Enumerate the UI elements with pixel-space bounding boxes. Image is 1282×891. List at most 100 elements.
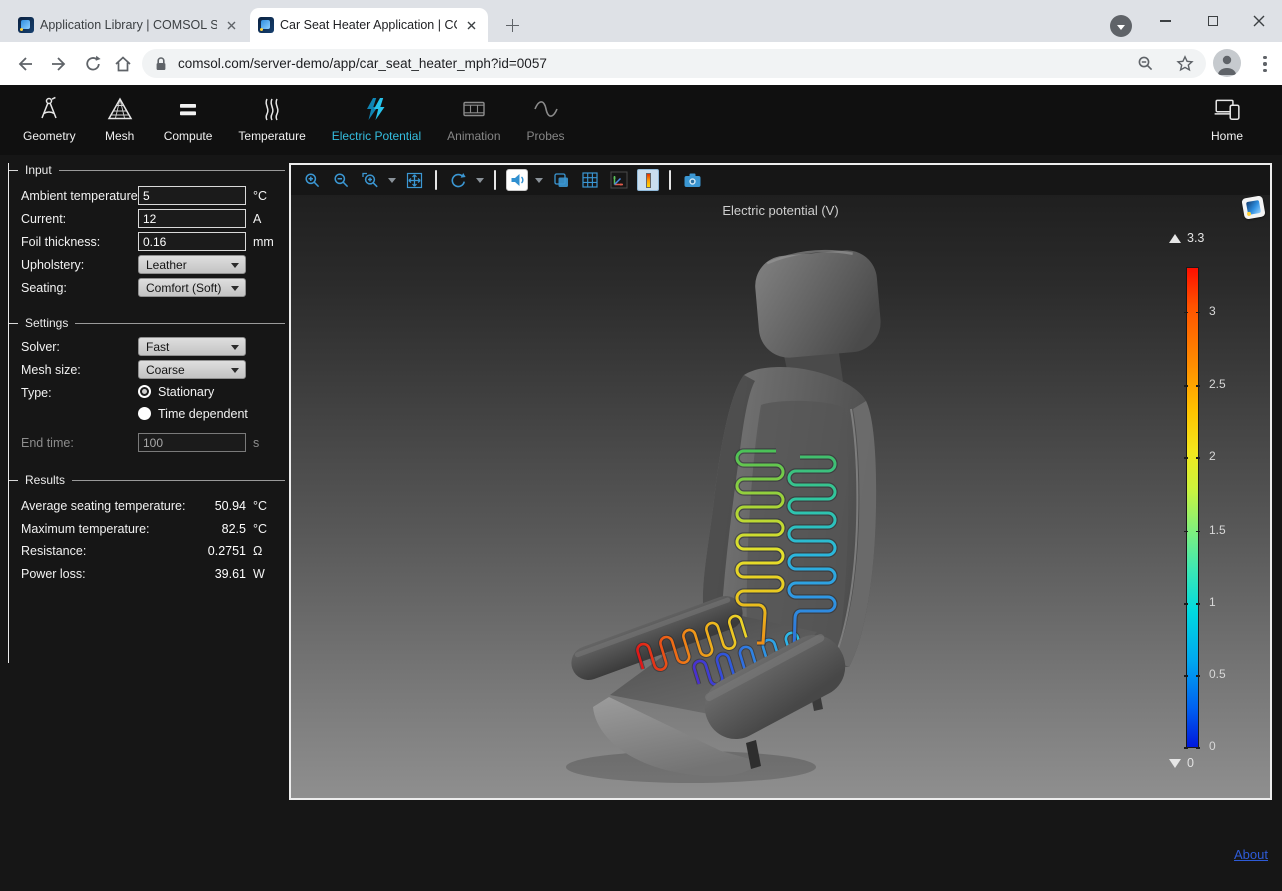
radio-time-dependent[interactable] [138,407,151,420]
lock-icon [154,56,168,72]
solver-select[interactable]: Fast [138,337,246,356]
about-link[interactable]: About [1234,847,1268,862]
ribbon-button-temperature[interactable]: Temperature [225,93,318,143]
grid-icon [581,171,599,189]
new-tab-button[interactable] [500,13,524,37]
zoom-extents-button[interactable] [403,169,425,191]
home-button[interactable] [110,51,136,77]
result-average-seating-temperature: Average seating temperature: 50.94 °C [9,495,288,518]
sine-wave-icon [533,93,559,125]
minimize-icon [1160,20,1171,22]
grid-button[interactable] [579,169,601,191]
ambient-temperature-input[interactable] [138,186,246,205]
result-resistance: Resistance: 0.2751 Ω [9,540,288,563]
axes-triad-icon [610,171,628,189]
bookmark-star-icon[interactable] [1176,55,1194,73]
browser-menu-button[interactable] [1252,51,1278,77]
person-icon [1213,49,1241,77]
seating-select[interactable]: Comfort (Soft) [138,278,246,297]
default-view-button[interactable] [506,169,528,191]
reload-icon [83,54,103,74]
ribbon-button-home[interactable]: Home [1196,93,1258,143]
snapshot-button[interactable] [681,169,703,191]
unit-label: °C [253,189,267,203]
field-mesh-size: Mesh size: Coarse [9,359,288,382]
ribbon-button-mesh[interactable]: Mesh [89,93,151,143]
reload-button[interactable] [80,51,106,77]
comsol-favicon [18,17,34,33]
ribbon-button-animation: Animation [434,93,513,143]
tab-car-seat-heater[interactable]: Car Seat Heater Application | CO [250,8,488,42]
comsol-favicon [258,17,274,33]
chevron-down-icon [1117,25,1125,30]
plus-icon [506,19,519,32]
result-value: 39.61 [149,567,246,581]
speaker-view-icon [508,171,526,189]
field-solver: Solver: Fast [9,336,288,359]
window-close-button[interactable] [1236,0,1282,42]
end-time-input [138,433,246,452]
section-header-results: Results [9,473,288,487]
field-end-time: End time: s [9,432,288,455]
mesh-size-select[interactable]: Coarse [138,360,246,379]
zoom-out-page-icon[interactable] [1137,55,1154,72]
browser-toolbar: comsol.com/server-demo/app/car_seat_heat… [0,42,1282,85]
back-button[interactable] [12,51,38,77]
tab-close-icon[interactable] [223,17,240,34]
ribbon-label: Geometry [23,129,76,143]
upholstery-select[interactable]: Leather [138,255,246,274]
zoom-in-icon [304,172,321,189]
foil-thickness-input[interactable] [138,232,246,251]
unit-label: °C [253,499,267,513]
forward-button[interactable] [46,51,72,77]
current-input[interactable] [138,209,246,228]
ribbon-button-electric-potential[interactable]: Electric Potential [319,93,434,143]
address-bar[interactable]: comsol.com/server-demo/app/car_seat_heat… [142,49,1206,78]
section-header-settings: Settings [9,316,288,330]
tab-title: Car Seat Heater Application | CO [280,18,457,32]
tab-application-library[interactable]: Application Library | COMSOL Se [10,8,248,42]
reset-view-button[interactable] [447,169,469,191]
browser-tab-strip: Application Library | COMSOL Se Car Seat… [0,0,1282,42]
unit-label: s [253,436,259,450]
colorbar: 3 2.5 2 1.5 1 0.5 0 [1186,267,1199,748]
unit-label: W [253,567,265,581]
reset-view-dropdown-caret[interactable] [476,178,484,183]
window-minimize-button[interactable] [1142,0,1188,42]
zoom-box-button[interactable] [359,169,381,191]
result-value: 50.94 [149,499,246,513]
transparency-button[interactable] [550,169,572,191]
browser-update-chevron-icon[interactable] [1110,15,1132,37]
window-maximize-button[interactable] [1190,0,1236,42]
radio-stationary[interactable] [138,385,151,398]
graphics-toolbar [291,165,1270,195]
seat-3d-render [291,195,1270,798]
color-legend-icon [646,173,651,188]
result-value: 0.2751 [149,544,246,558]
color-legend-button[interactable] [637,169,659,191]
zoom-extents-icon [406,172,423,189]
result-value: 82.5 [149,522,246,536]
forward-arrow-icon [49,54,69,74]
graphics-panel: Electric potential (V) [289,163,1272,800]
axes-orientation-button[interactable] [608,169,630,191]
mesh-triangle-icon [107,93,133,125]
max-triangle-icon [1169,234,1181,243]
url-text: comsol.com/server-demo/app/car_seat_heat… [178,56,1137,71]
heat-waves-icon [259,93,285,125]
toolbar-separator [494,170,496,190]
ribbon-button-compute[interactable]: Compute [151,93,226,143]
zoom-box-dropdown-caret[interactable] [388,178,396,183]
kebab-dot [1263,56,1266,59]
ribbon-button-geometry[interactable]: Geometry [10,93,89,143]
camera-icon [683,172,702,189]
plot-canvas[interactable]: Electric potential (V) [291,195,1270,798]
zoom-out-button[interactable] [330,169,352,191]
zoom-in-button[interactable] [301,169,323,191]
compass-icon [36,93,62,125]
default-view-dropdown-caret[interactable] [535,178,543,183]
browser-profile-avatar[interactable] [1213,49,1241,77]
parameters-sidebar: Input Ambient temperature: °C Current: A… [8,163,288,663]
tab-close-icon[interactable] [463,17,480,34]
min-triangle-icon [1169,759,1181,768]
